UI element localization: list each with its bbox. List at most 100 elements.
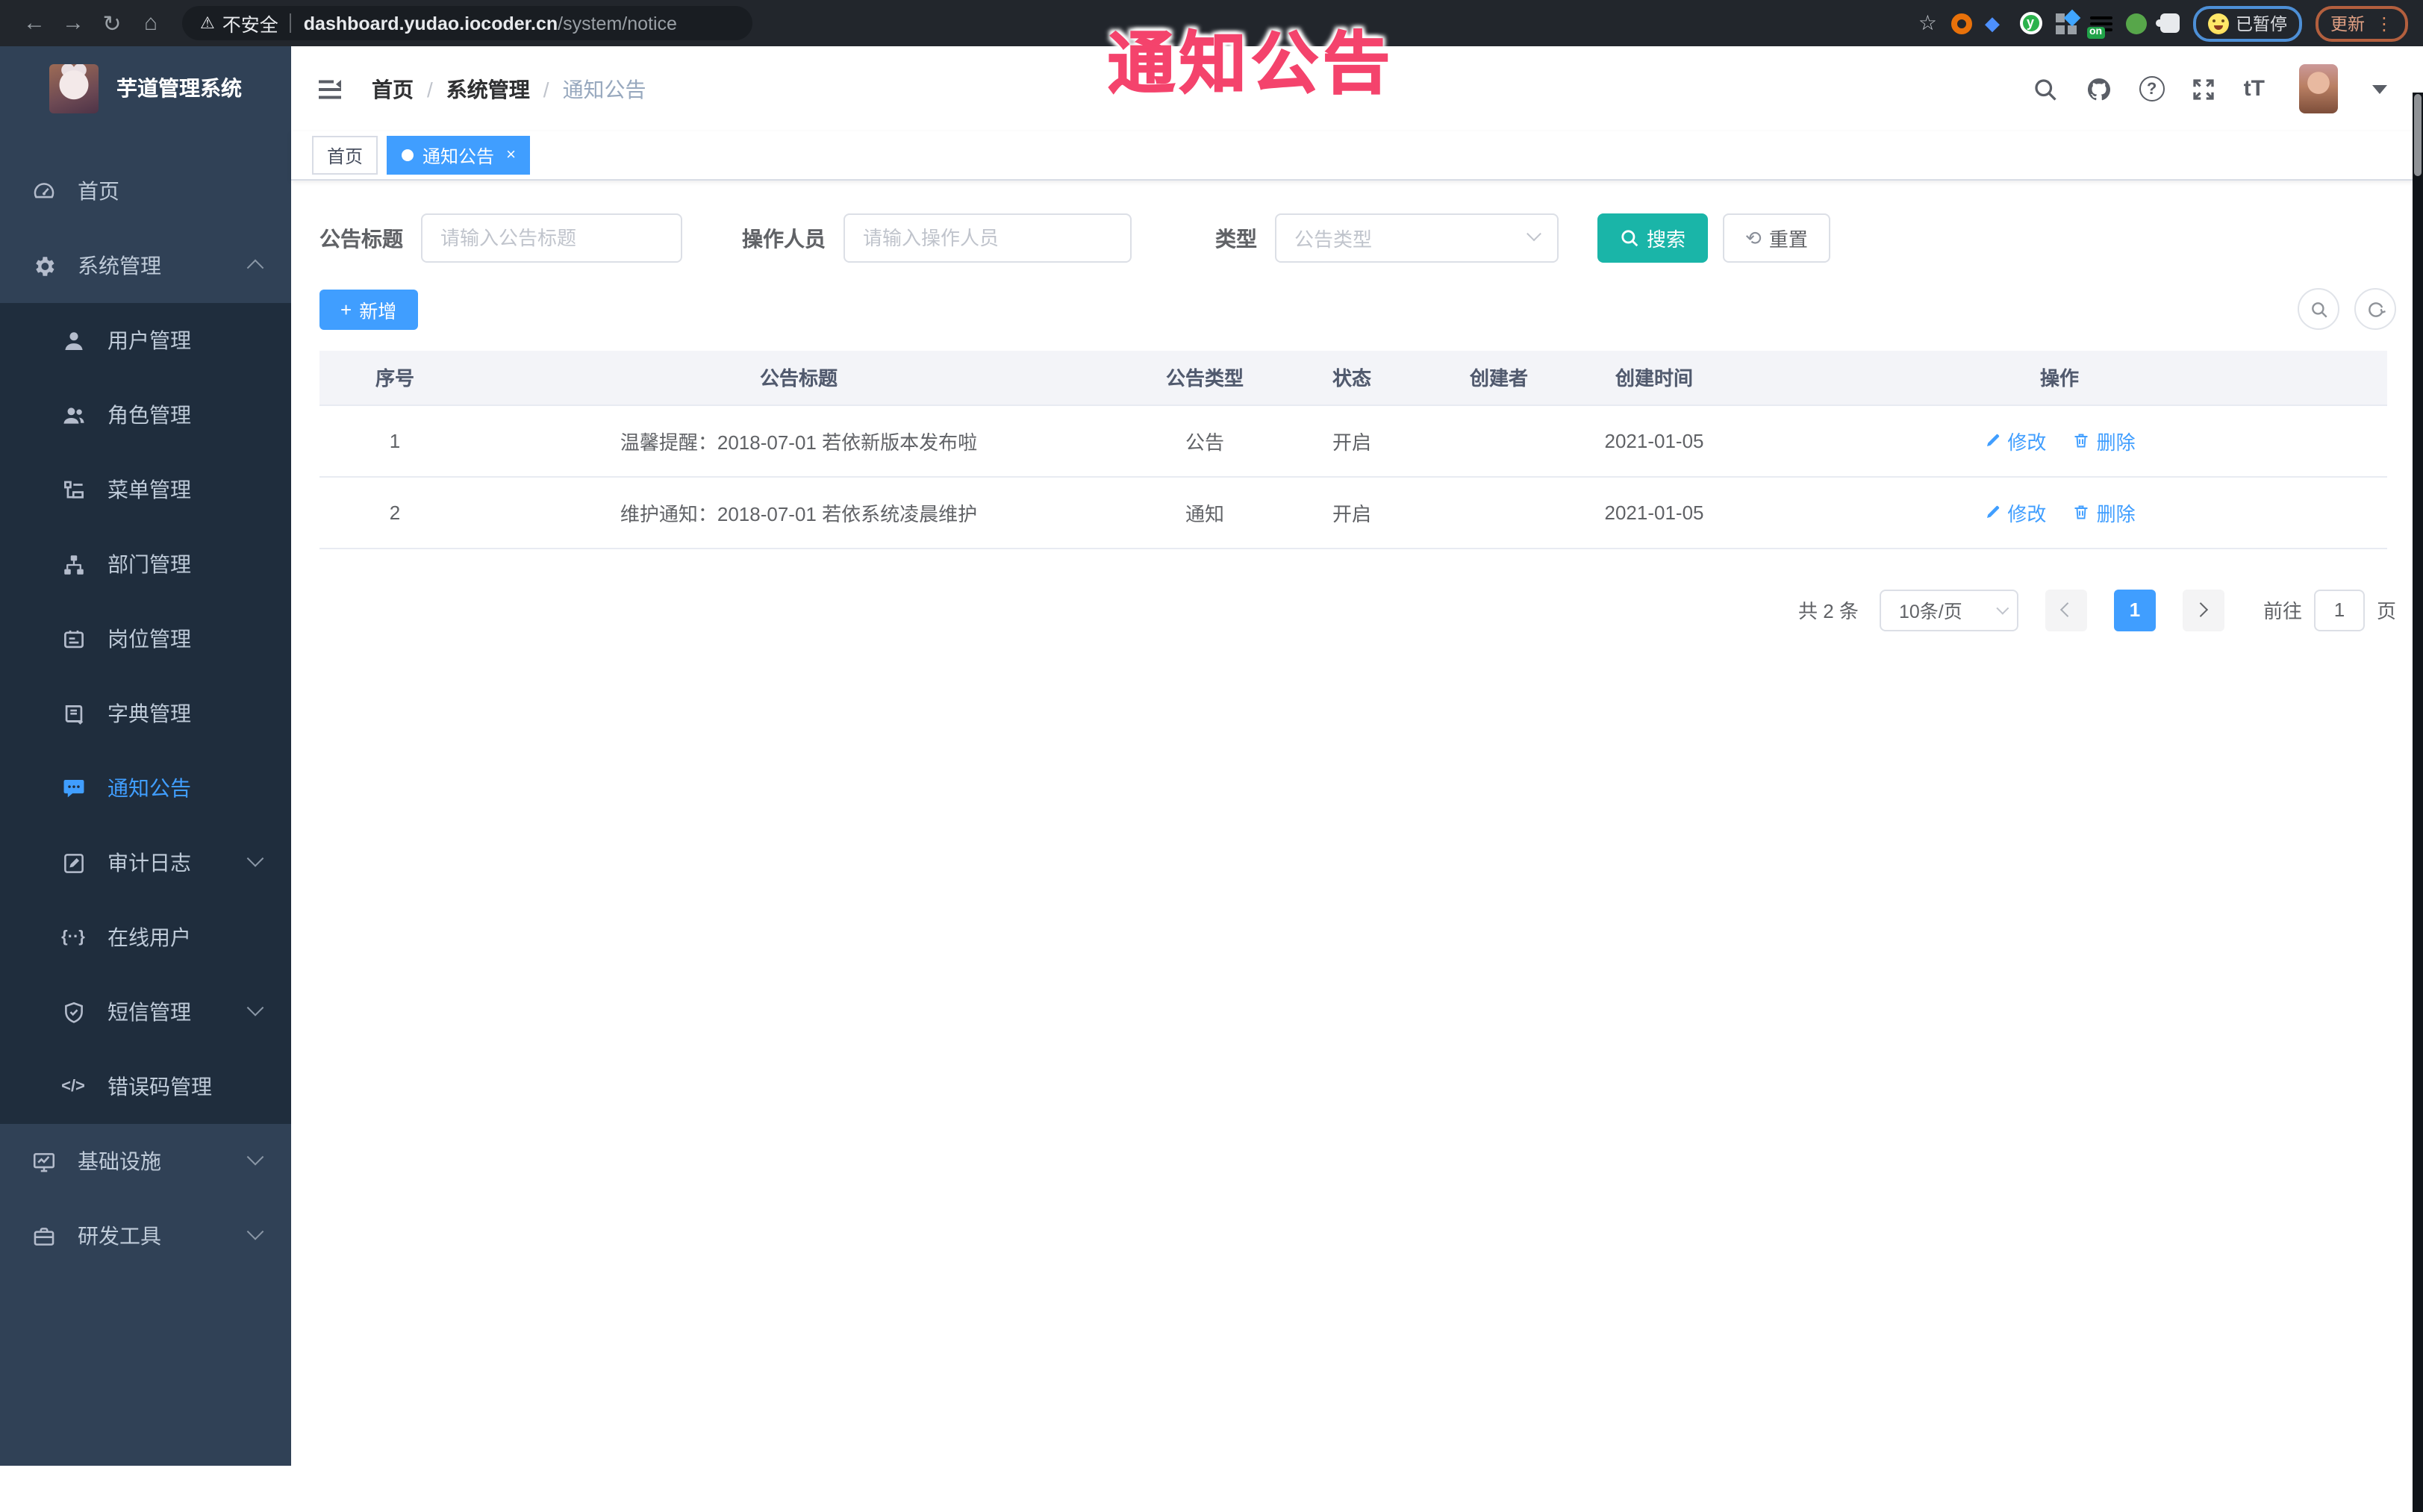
add-button[interactable]: 新增: [319, 289, 418, 329]
extension-grid-icon[interactable]: [2055, 8, 2080, 34]
extension-donut-icon[interactable]: [1950, 13, 1971, 34]
col-creator: 创建者: [1421, 351, 1577, 405]
sidebar-item[interactable]: 通知公告: [0, 751, 291, 825]
emoji-avatar-icon: [2207, 13, 2228, 34]
notice-title-input[interactable]: [421, 213, 682, 263]
sidebar-item[interactable]: 字典管理: [0, 676, 291, 751]
url-text[interactable]: dashboard.yudao.iocoder.cn/system/notice: [304, 13, 677, 34]
col-actions: 操作: [1732, 351, 2387, 405]
sidebar-item[interactable]: 菜单管理: [0, 452, 291, 527]
address-bar[interactable]: ⚠ 不安全 dashboard.yudao.iocoder.cn/system/…: [182, 6, 752, 40]
extension-plant-icon[interactable]: [2125, 13, 2146, 34]
url-path: /system/notice: [558, 13, 677, 34]
chevron-icon: [246, 1223, 264, 1240]
cell-title: 维护通知：2018-07-01 若依系统凌晨维护: [470, 476, 1127, 549]
operator-input[interactable]: [843, 213, 1132, 263]
security-label[interactable]: 不安全: [222, 9, 278, 37]
toggle-search-button[interactable]: [2298, 288, 2339, 330]
tab-label: 首页: [327, 146, 364, 166]
avatar-caret-icon[interactable]: [2372, 84, 2387, 93]
table-row: 2 维护通知：2018-07-01 若依系统凌晨维护 通知 开启 2021-01…: [319, 476, 2387, 549]
chevron-icon: [246, 259, 264, 277]
tag-view-tab[interactable]: 通知公告: [387, 136, 531, 175]
type-select-placeholder: 公告类型: [1294, 228, 1373, 251]
sidebar-item[interactable]: 基础设施: [0, 1124, 291, 1199]
sidebar-item[interactable]: 角色管理: [0, 378, 291, 452]
delete-link[interactable]: 删除: [2073, 498, 2136, 526]
profile-paused-chip[interactable]: 已暂停: [2192, 5, 2302, 41]
edit-link[interactable]: 修改: [1983, 498, 2046, 526]
operator-label: 操作人员: [742, 226, 826, 250]
annotation-overlay-title: 通知公告: [1107, 25, 1395, 102]
cell-title: 温馨提醒：2018-07-01 若依新版本发布啦: [470, 404, 1127, 477]
sms-shield-icon: [60, 999, 87, 1025]
next-page-button[interactable]: [2182, 589, 2224, 631]
update-chip[interactable]: 更新 ⋮: [2316, 5, 2408, 41]
tags-view-bar: 首页 通知公告: [291, 131, 2423, 181]
sidebar-item[interactable]: 短信管理: [0, 975, 291, 1049]
sidebar-item-label: 错误码管理: [107, 1075, 212, 1099]
extension-gem-icon[interactable]: ◆: [1985, 12, 2006, 34]
goto-page-input[interactable]: [2313, 589, 2365, 631]
prev-page-button[interactable]: [2045, 589, 2087, 631]
breadcrumb-system[interactable]: 系统管理: [446, 74, 530, 104]
fullscreen-icon[interactable]: [2190, 75, 2218, 103]
sidebar: 芋道管理系统 首页 系统管理 用户管理 角色管理 菜单管理 部门管理 岗位管理 …: [0, 46, 291, 1466]
tab-close-icon[interactable]: [506, 147, 516, 163]
github-icon[interactable]: [2086, 75, 2114, 103]
scrollbar-thumb[interactable]: [2414, 94, 2422, 176]
breadcrumb-home[interactable]: 首页: [372, 74, 414, 104]
notice-type-select[interactable]: 公告类型: [1275, 213, 1559, 263]
sidebar-item[interactable]: 岗位管理: [0, 602, 291, 676]
dashboard-icon: [30, 178, 57, 204]
sidebar-collapse-icon[interactable]: [315, 74, 345, 104]
back-icon[interactable]: ←: [15, 10, 54, 36]
chevron-icon: [246, 1149, 264, 1166]
home-icon[interactable]: ⌂: [131, 10, 170, 36]
tag-view-tab[interactable]: 首页: [312, 136, 378, 175]
font-size-icon[interactable]: tT: [2244, 76, 2265, 101]
app-logo-row[interactable]: 芋道管理系统: [0, 46, 291, 130]
search-button[interactable]: 搜索: [1597, 213, 1709, 263]
sidebar-item[interactable]: 用户管理: [0, 303, 291, 378]
sidebar-item[interactable]: 首页: [0, 154, 291, 228]
refresh-table-button[interactable]: [2354, 288, 2396, 330]
sidebar-item-label: 字典管理: [107, 702, 191, 725]
sidebar-item[interactable]: 审计日志: [0, 825, 291, 900]
edit-link[interactable]: 修改: [1983, 426, 2046, 454]
browser-menu-kebab-icon[interactable]: ⋮: [2375, 13, 2393, 34]
search-icon[interactable]: [2032, 75, 2060, 103]
window-scrollbar[interactable]: [2413, 93, 2423, 1512]
delete-link[interactable]: 删除: [2073, 426, 2136, 454]
sidebar-item[interactable]: 部门管理: [0, 527, 291, 602]
on-badge: on: [2086, 26, 2106, 38]
screen: ← → ↻ ⌂ ⚠ 不安全 dashboard.yudao.iocoder.cn…: [0, 0, 2423, 1512]
app-logo: [49, 63, 99, 113]
extension-list-icon[interactable]: on: [2086, 13, 2112, 38]
sidebar-item-label: 通知公告: [107, 776, 191, 800]
reset-button[interactable]: ⟲ 重置: [1723, 213, 1830, 263]
cell-status: 开启: [1282, 476, 1421, 549]
error-code-icon: </>: [61, 1078, 85, 1096]
update-label: 更新: [2330, 16, 2365, 34]
gear-icon: [30, 252, 57, 279]
chevron-icon: [246, 999, 264, 1016]
extension-y-icon[interactable]: y: [2019, 12, 2042, 34]
sidebar-item[interactable]: {··} 在线用户: [0, 900, 291, 975]
forward-icon[interactable]: →: [54, 10, 93, 36]
current-page-button[interactable]: 1: [2113, 589, 2156, 631]
sidebar-item[interactable]: 研发工具: [0, 1199, 291, 1273]
sidebar-item[interactable]: 系统管理: [0, 228, 291, 303]
extensions-puzzle-icon[interactable]: [2155, 13, 2179, 33]
reload-icon[interactable]: ↻: [93, 10, 131, 37]
sidebar-item[interactable]: </> 错误码管理: [0, 1049, 291, 1124]
dev-tools-icon: [30, 1222, 57, 1249]
sidebar-item-label: 系统管理: [78, 254, 161, 278]
page-content: 公告标题 操作人员 类型 公告类型 搜索: [291, 181, 2423, 1466]
address-divider: [290, 13, 292, 33]
bookmark-star-icon[interactable]: ☆: [1918, 10, 1937, 36]
help-icon[interactable]: ?: [2139, 76, 2165, 101]
page-size-select[interactable]: 10条/页: [1879, 589, 2018, 631]
cell-no: 2: [319, 476, 470, 549]
user-avatar[interactable]: [2299, 64, 2338, 113]
